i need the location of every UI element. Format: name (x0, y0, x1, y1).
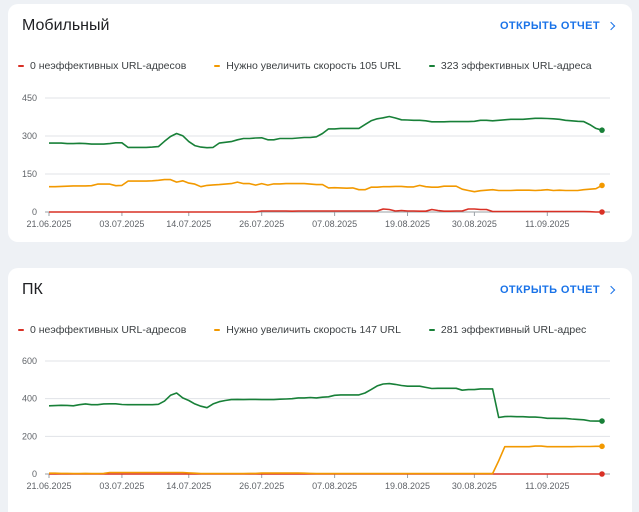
chevron-right-icon (606, 285, 616, 295)
x-tick-label: 26.07.2025 (239, 481, 284, 491)
y-tick-label: 200 (22, 431, 37, 441)
legend-label: 281 эффективный URL-адрес (440, 324, 587, 336)
legend-item-needs-improvement[interactable]: Нужно увеличить скорость 105 URL (214, 60, 401, 72)
y-tick-label: 0 (32, 207, 37, 217)
x-tick-label: 07.08.2025 (312, 219, 357, 229)
open-report-button[interactable]: ОТКРЫТЬ ОТЧЕТ (499, 20, 616, 32)
x-tick-label: 30.08.2025 (452, 219, 497, 229)
x-tick-label: 14.07.2025 (166, 219, 211, 229)
series-end-point (599, 182, 605, 189)
legend-swatch-orange (214, 329, 221, 331)
series-end-point (599, 209, 605, 215)
legend-label: 323 эффективных URL-адреса (440, 60, 592, 72)
chart-legend: 0 неэффективных URL-адресов Нужно увелич… (18, 60, 620, 72)
desktop-report-card: ПК ОТКРЫТЬ ОТЧЕТ 0 неэффективных URL-адр… (8, 268, 632, 512)
x-tick-label: 21.06.2025 (26, 219, 71, 229)
legend-swatch-green (428, 65, 435, 67)
series-end-point (599, 418, 605, 424)
legend-label: Нужно увеличить скорость 147 URL (226, 324, 401, 336)
open-report-label: ОТКРЫТЬ ОТЧЕТ (499, 20, 600, 32)
mobile-line-chart: 0 150 300 450 21.06.2025 03.07.2025 14.07.2025… (22, 93, 610, 229)
x-tick-label: 21.06.2025 (26, 481, 71, 491)
chart-legend: 0 неэффективных URL-адресов Нужно увелич… (18, 324, 614, 336)
legend-swatch-orange (214, 65, 221, 67)
legend-label: 0 неэффективных URL-адресов (30, 324, 187, 336)
legend-label: Нужно увеличить скорость 105 URL (226, 60, 401, 72)
y-tick-label: 150 (22, 169, 37, 179)
legend-item-poor[interactable]: 0 неэффективных URL-адресов (18, 60, 186, 72)
x-tick-label: 30.08.2025 (452, 481, 497, 491)
x-tick-label: 26.07.2025 (239, 219, 284, 229)
card-title: ПК (22, 281, 43, 298)
x-tick-label: 19.08.2025 (385, 481, 430, 491)
x-tick-label: 03.07.2025 (99, 481, 144, 491)
series-end-point (599, 471, 605, 477)
y-tick-label: 600 (22, 356, 37, 366)
chevron-right-icon (606, 21, 616, 31)
legend-item-poor[interactable]: 0 неэффективных URL-адресов (18, 324, 186, 336)
series-end-point (599, 127, 605, 133)
legend-swatch-red (18, 65, 24, 67)
legend-label: 0 неэффективных URL-адресов (30, 60, 187, 72)
y-tick-label: 400 (22, 394, 37, 404)
legend-item-needs-improvement[interactable]: Нужно увеличить скорость 147 URL (214, 324, 401, 336)
x-tick-label: 14.07.2025 (166, 481, 211, 491)
series-line-2 (49, 115, 603, 149)
series-line-1 (49, 445, 602, 475)
series-end-point (599, 443, 605, 450)
open-report-label: ОТКРЫТЬ ОТЧЕТ (499, 284, 600, 296)
x-tick-label: 19.08.2025 (385, 219, 430, 229)
y-tick-label: 300 (22, 131, 37, 141)
card-title: Мобильный (22, 17, 110, 34)
open-report-button[interactable]: ОТКРЫТЬ ОТЧЕТ (499, 284, 616, 296)
x-tick-label: 03.07.2025 (99, 219, 144, 229)
series-line-0 (49, 208, 602, 213)
y-tick-label: 450 (22, 93, 37, 103)
y-tick-label: 0 (32, 469, 37, 479)
legend-item-good[interactable]: 323 эффективных URL-адреса (428, 60, 592, 72)
series-line-2 (48, 382, 602, 422)
legend-swatch-red (18, 329, 24, 331)
series-line-1 (49, 178, 603, 193)
x-tick-label: 11.09.2025 (525, 481, 569, 491)
x-tick-label: 07.08.2025 (312, 481, 357, 491)
x-tick-label: 11.09.2025 (525, 219, 569, 229)
mobile-report-card: Мобильный ОТКРЫТЬ ОТЧЕТ 0 неэффективных … (8, 4, 632, 242)
desktop-line-chart: 0 200 400 600 21.06.2025 03.07.2025 14.07.2025… (22, 356, 610, 491)
legend-item-good[interactable]: 281 эффективный URL-адрес (428, 324, 587, 336)
legend-swatch-green (428, 329, 435, 331)
